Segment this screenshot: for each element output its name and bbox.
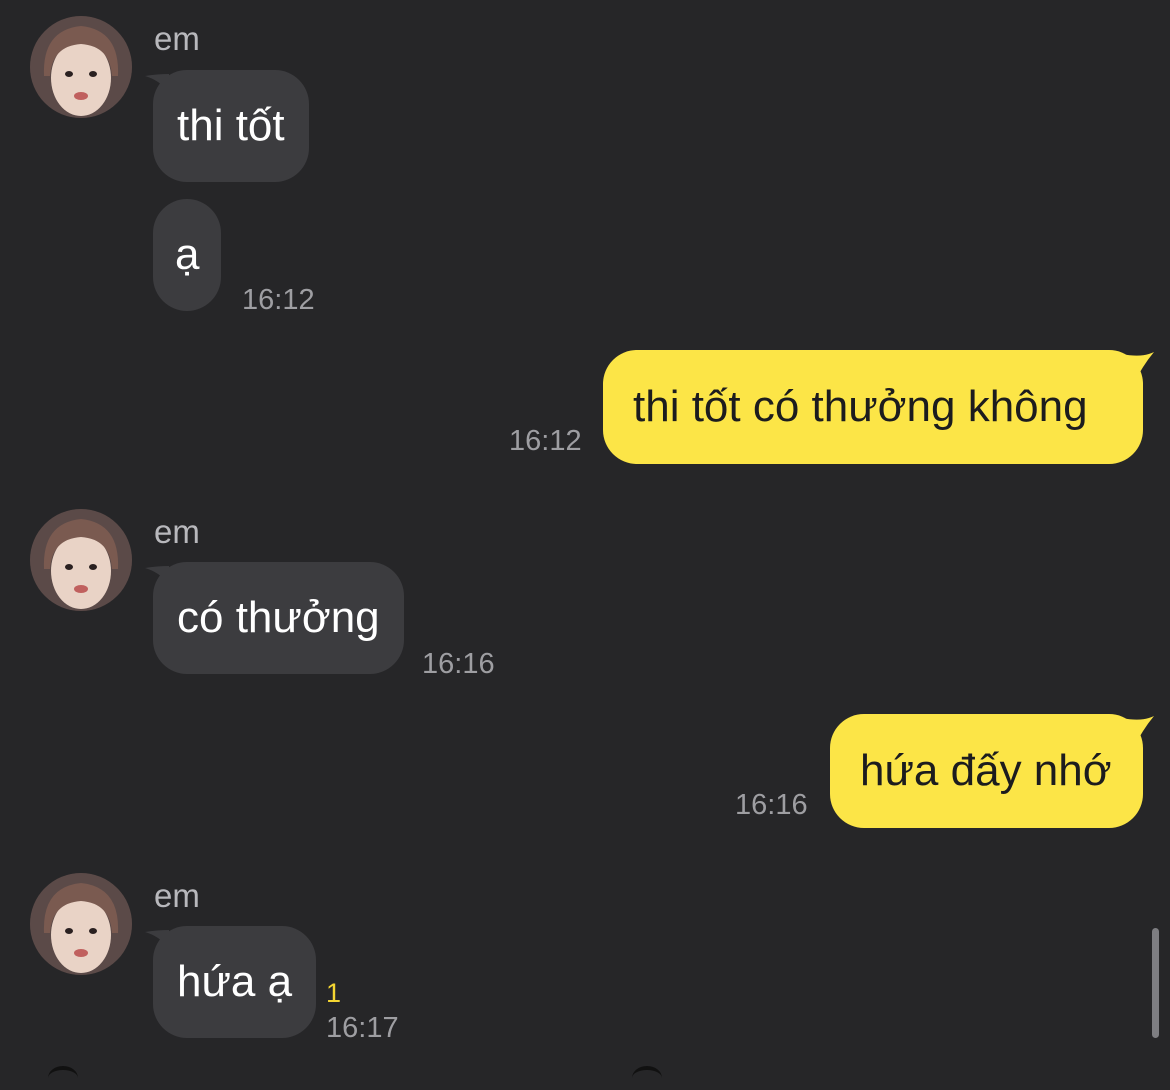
message-text: ạ — [175, 230, 200, 279]
message-timestamp: 16:16 — [422, 648, 495, 680]
avatar[interactable] — [30, 873, 132, 975]
avatar[interactable] — [30, 16, 132, 118]
sender-name: em — [154, 20, 200, 57]
message-timestamp: 16:17 — [326, 1012, 399, 1044]
avatar-photo-icon — [30, 16, 132, 118]
bubble-tail-outgoing — [1122, 716, 1154, 740]
message-timestamp: 16:12 — [242, 284, 315, 316]
message-text: thi tốt có thưởng không — [633, 382, 1088, 431]
avatar[interactable] — [30, 509, 132, 611]
bubble-tail-incoming — [145, 74, 169, 92]
message-bubble-incoming[interactable]: hứa ạ — [153, 926, 317, 1038]
sender-name: em — [154, 513, 200, 550]
message-bubble-outgoing[interactable]: hứa đấy nhớ — [830, 714, 1143, 828]
chat-thread[interactable]: em thi tốt ạ 16:12 thi tốt có thưởng khô… — [0, 0, 1170, 1072]
message-text: hứa ạ — [177, 957, 293, 1006]
message-bubble-incoming[interactable]: thi tốt — [153, 70, 309, 182]
message-text: có thưởng — [177, 593, 380, 642]
message-timestamp: 16:16 — [735, 789, 808, 821]
message-timestamp: 16:12 — [509, 425, 582, 457]
message-bubble-outgoing[interactable]: thi tốt có thưởng không — [603, 350, 1143, 464]
message-bubble-incoming[interactable]: có thưởng — [153, 562, 404, 674]
unread-count-badge: 1 — [326, 978, 342, 1008]
bubble-tail-incoming — [145, 930, 169, 948]
message-text: thi tốt — [177, 101, 285, 150]
avatar-photo-icon — [30, 509, 132, 611]
message-bubble-incoming[interactable]: ạ — [153, 199, 222, 311]
bubble-tail-incoming — [145, 566, 169, 584]
sender-name: em — [154, 877, 200, 914]
partial-element — [632, 1066, 662, 1090]
avatar-photo-icon — [30, 873, 132, 975]
scrollbar[interactable] — [1152, 928, 1159, 1038]
partial-avatar — [48, 1066, 78, 1090]
bubble-tail-outgoing — [1122, 352, 1154, 376]
message-text: hứa đấy nhớ — [860, 746, 1112, 795]
